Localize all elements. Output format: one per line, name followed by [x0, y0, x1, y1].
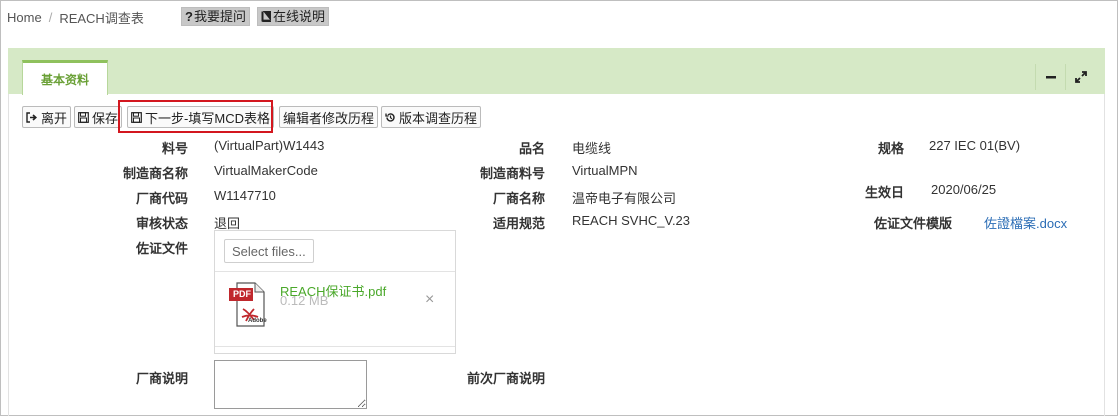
action-toolbar: 离开 保存 下一步-填写MCD表格 编辑者修改历程 版本调查历程	[22, 106, 481, 128]
panel-header: 基本资料	[8, 48, 1105, 95]
next-step-label: 下一步-填写MCD表格	[145, 110, 270, 126]
adobe-brand: Adobe	[248, 318, 267, 324]
online-help-button[interactable]: 在线说明	[257, 7, 330, 26]
file-size: 0.12 MB	[280, 293, 329, 308]
save-button[interactable]: 保存	[74, 106, 123, 128]
panel-tools	[1035, 64, 1095, 90]
file-upload: Select files... PDF Adobe REACH保证书.pdf 0…	[214, 230, 456, 354]
effective-date-label: 生效日	[864, 185, 904, 200]
select-files-button[interactable]: Select files...	[224, 239, 314, 263]
next-step-mcd-button[interactable]: 下一步-填写MCD表格	[127, 106, 274, 128]
vendor-note-textarea[interactable]	[214, 360, 367, 409]
maker-name-value: VirtualMakerCode	[214, 163, 318, 178]
minimize-icon	[1045, 72, 1056, 82]
version-history-button[interactable]: 版本调查历程	[380, 106, 481, 128]
question-icon: ?	[185, 9, 193, 24]
breadcrumb-home[interactable]: Home	[7, 10, 42, 25]
spec-value: 227 IEC 01(BV)	[929, 138, 1021, 153]
pdf-badge: PDF	[233, 289, 251, 299]
applicable-spec-label: 适用规范	[492, 216, 545, 231]
vendor-code-label: 厂商代码	[135, 191, 188, 206]
ask-question-label: 我要提问	[193, 9, 246, 24]
evidence-template-label: 佐证文件模版	[873, 216, 952, 231]
part-no-label: 料号	[161, 141, 188, 156]
breadcrumb-separator: /	[48, 10, 53, 25]
leave-button[interactable]: 离开	[22, 106, 72, 128]
part-no-value: (VirtualPart)W1443	[214, 138, 325, 153]
version-history-label: 版本调查历程	[398, 110, 477, 126]
online-help-label: 在线说明	[273, 9, 326, 24]
history-icon	[385, 112, 399, 123]
evidence-file-label: 佐证文件	[135, 241, 188, 256]
sign-out-icon	[26, 111, 41, 123]
maximize-button[interactable]	[1065, 64, 1095, 90]
uploaded-file-item: PDF Adobe REACH保证书.pdf 0.12 MB ×	[215, 273, 455, 347]
remove-file-icon[interactable]: ×	[425, 291, 434, 309]
review-status-label: 审核状态	[135, 216, 188, 231]
spec-label: 规格	[877, 141, 904, 156]
ask-question-button[interactable]: ? 我要提问	[181, 7, 250, 26]
breadcrumb: Home / REACH调查表	[7, 8, 144, 27]
tab-basic-info[interactable]: 基本资料	[22, 60, 108, 95]
vendor-name-label: 厂商名称	[492, 191, 545, 206]
maker-name-label: 制造商名称	[122, 166, 188, 181]
leave-label: 离开	[41, 110, 68, 126]
product-name-label: 品名	[518, 141, 545, 156]
editor-history-button[interactable]: 编辑者修改历程	[278, 106, 378, 128]
book-icon	[261, 11, 271, 22]
breadcrumb-current: REACH调查表	[59, 11, 144, 26]
save-icon	[131, 111, 145, 123]
evidence-template-link[interactable]: 佐證檔案.docx	[984, 213, 1067, 232]
expand-icon	[1074, 71, 1087, 83]
maker-part-no-value: VirtualMPN	[572, 163, 638, 178]
save-icon	[78, 111, 92, 123]
minimize-button[interactable]	[1035, 64, 1065, 90]
upload-toolbar: Select files...	[215, 231, 455, 272]
vendor-code-value: W1147710	[214, 188, 276, 203]
editor-history-label: 编辑者修改历程	[282, 110, 374, 126]
effective-date-value: 2020/06/25	[931, 182, 997, 197]
applicable-spec-value: REACH SVHC_V.23	[572, 213, 691, 228]
product-name-value: 电缆线	[572, 141, 612, 156]
vendor-name-value: 温帝电子有限公司	[572, 191, 677, 206]
save-label: 保存	[92, 110, 119, 126]
previous-vendor-note-label: 前次厂商说明	[466, 371, 545, 386]
vendor-note-label: 厂商说明	[135, 371, 188, 386]
maker-part-no-label: 制造商料号	[479, 166, 545, 181]
